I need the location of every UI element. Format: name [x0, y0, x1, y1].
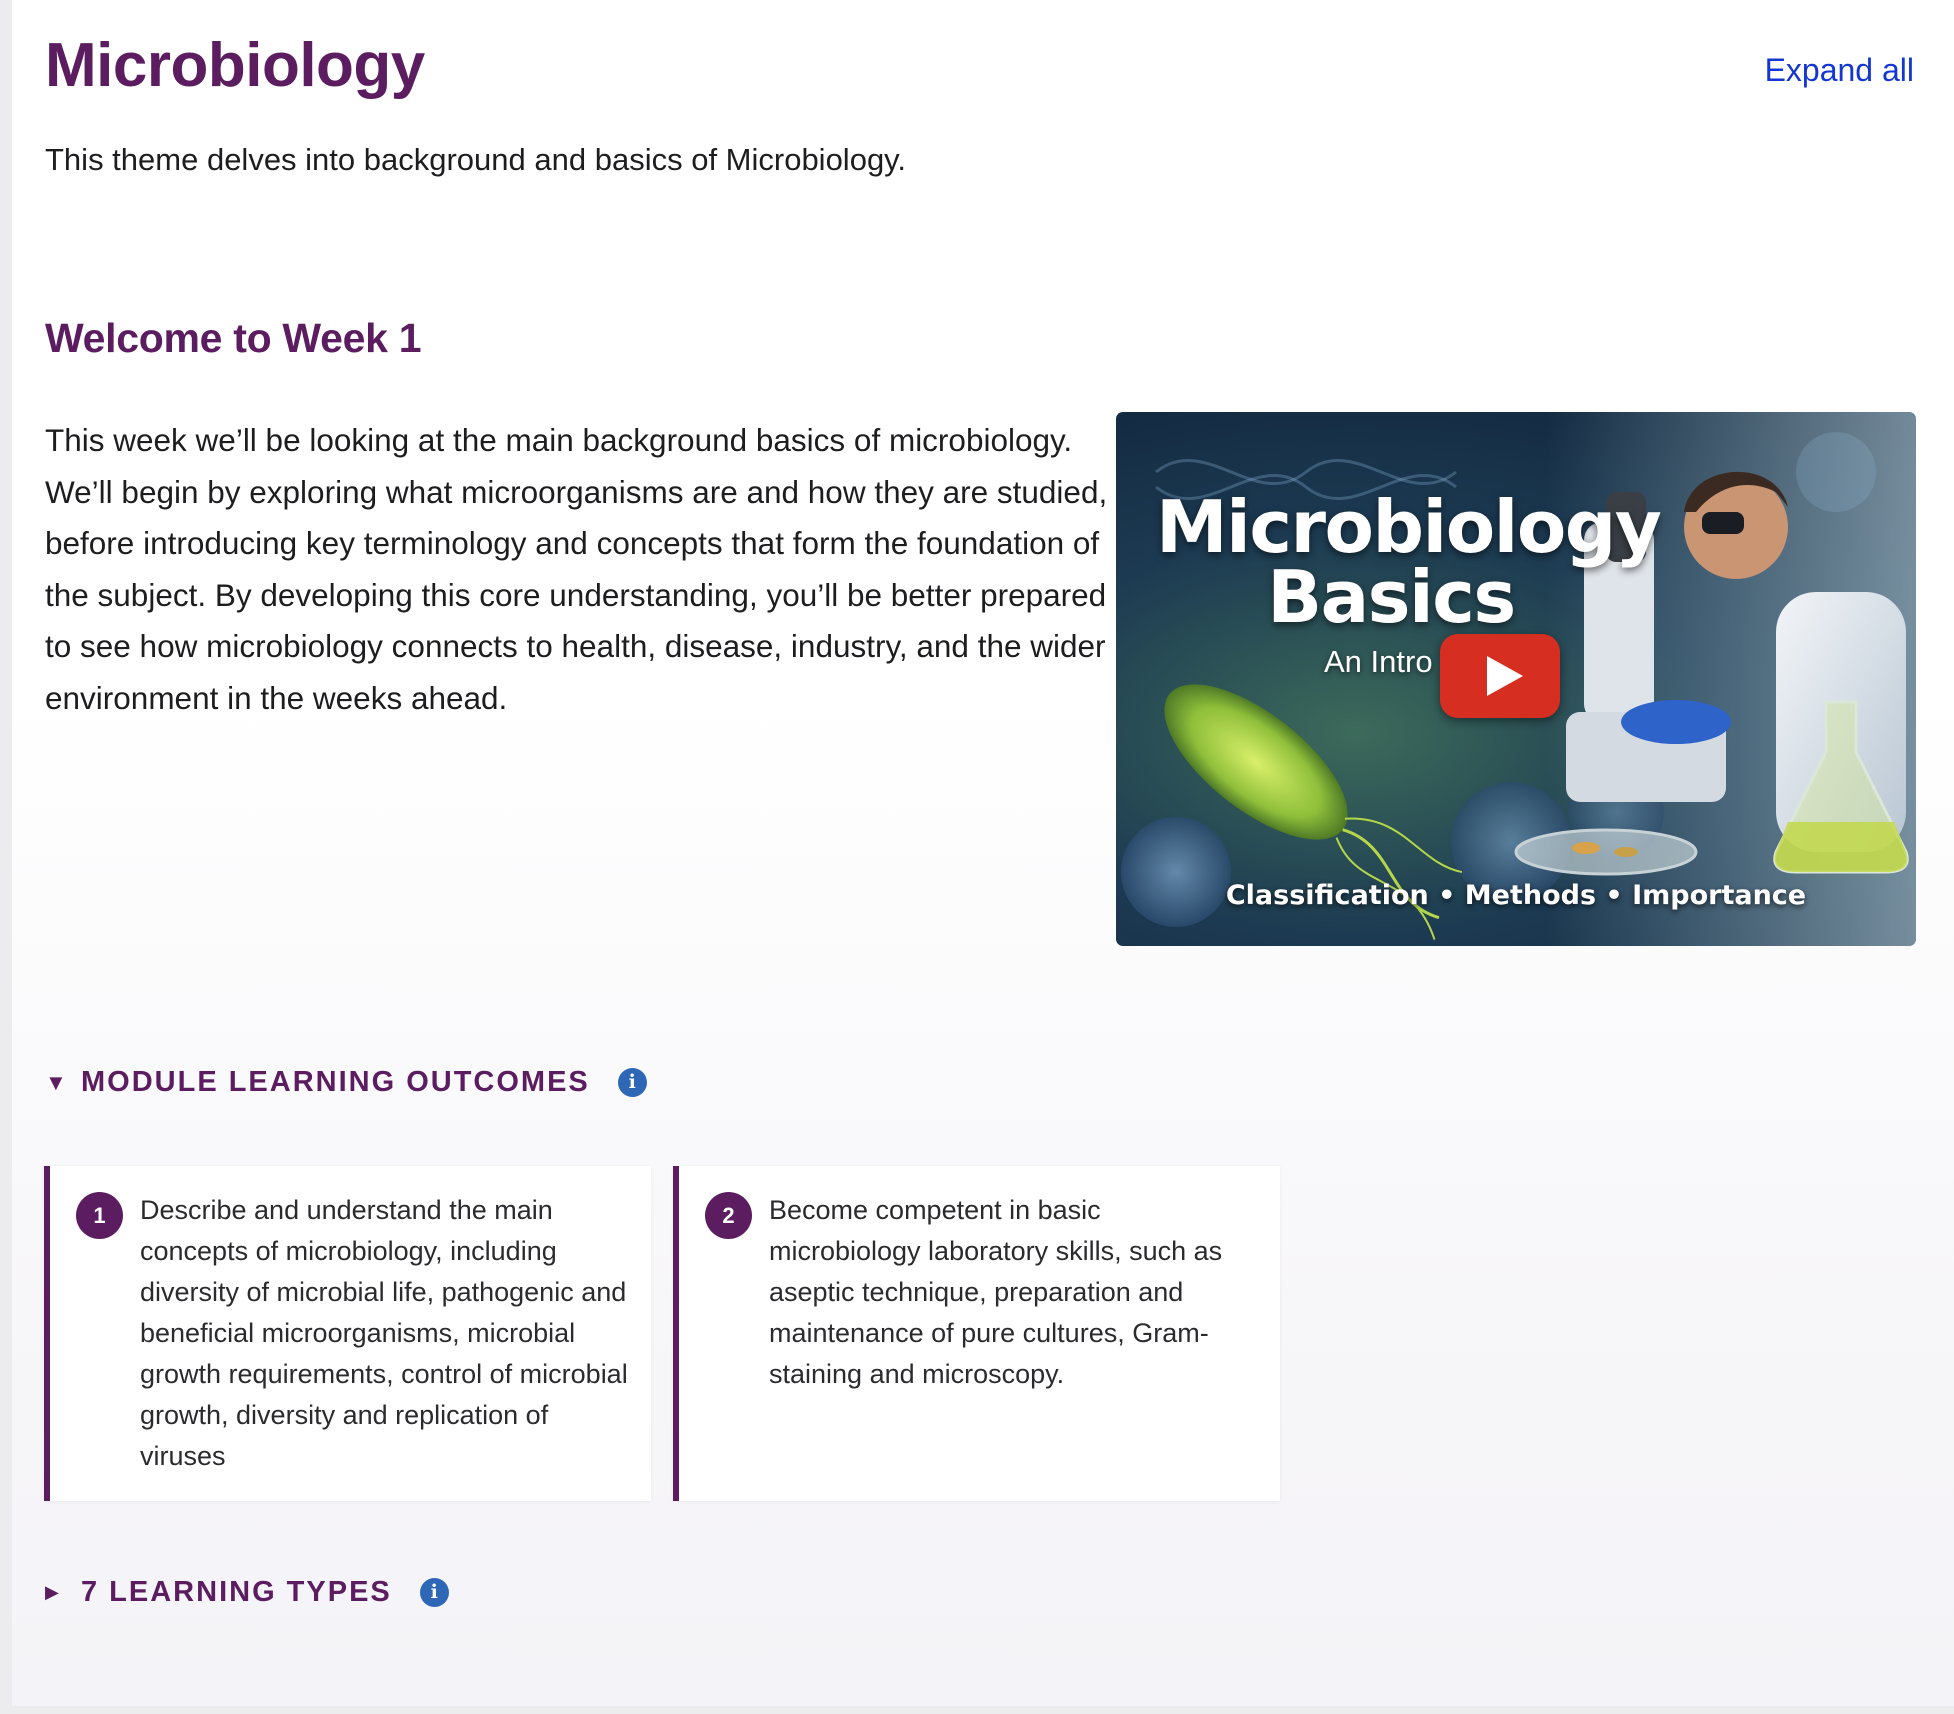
course-description: This theme delves into background and ba… — [45, 142, 906, 177]
video-title: Microbiology Basics — [1156, 485, 1662, 639]
learning-outcomes-label: MODULE LEARNING OUTCOMES — [81, 1066, 590, 1098]
week-title: Welcome to Week 1 — [45, 315, 422, 361]
outcome-text: Become competent in basic microbiology l… — [769, 1195, 1223, 1389]
learning-outcomes-toggle[interactable]: ▼ MODULE LEARNING OUTCOMES i — [45, 1066, 647, 1099]
learning-outcomes-list: 1 Describe and understand the main conce… — [44, 1166, 1280, 1501]
learning-types-toggle[interactable]: ▶ 7 LEARNING TYPES i — [45, 1576, 449, 1609]
video-subtitle: An Intro — [1324, 644, 1433, 679]
expand-all-link[interactable]: Expand all — [1765, 52, 1914, 89]
week-intro-text: This week we’ll be looking at the main b… — [45, 422, 1108, 716]
caret-down-icon: ▼ — [45, 1069, 67, 1095]
outcome-card: 1 Describe and understand the main conce… — [44, 1166, 651, 1501]
course-page: Microbiology Expand all This theme delve… — [12, 0, 1954, 1706]
video-title-line-2: Basics — [1267, 555, 1516, 639]
learning-types-label: 7 LEARNING TYPES — [81, 1576, 392, 1608]
outcome-card: 2 Become competent in basic microbiology… — [673, 1166, 1280, 1501]
outcome-number-badge: 2 — [705, 1192, 752, 1239]
info-icon[interactable]: i — [419, 1578, 449, 1607]
play-button-icon[interactable] — [1440, 634, 1560, 718]
caret-right-icon: ▶ — [45, 1582, 59, 1602]
info-icon[interactable]: i — [617, 1068, 647, 1097]
video-player[interactable]: Microbiology Basics An Intro Classificat… — [1116, 412, 1916, 946]
video-title-line-1: Microbiology — [1156, 485, 1662, 569]
outcome-text: Describe and understand the main concept… — [140, 1195, 628, 1471]
outcome-number-badge: 1 — [76, 1192, 123, 1239]
course-title: Microbiology — [45, 31, 425, 100]
video-tags: Classification • Methods • Importance — [1225, 880, 1807, 911]
